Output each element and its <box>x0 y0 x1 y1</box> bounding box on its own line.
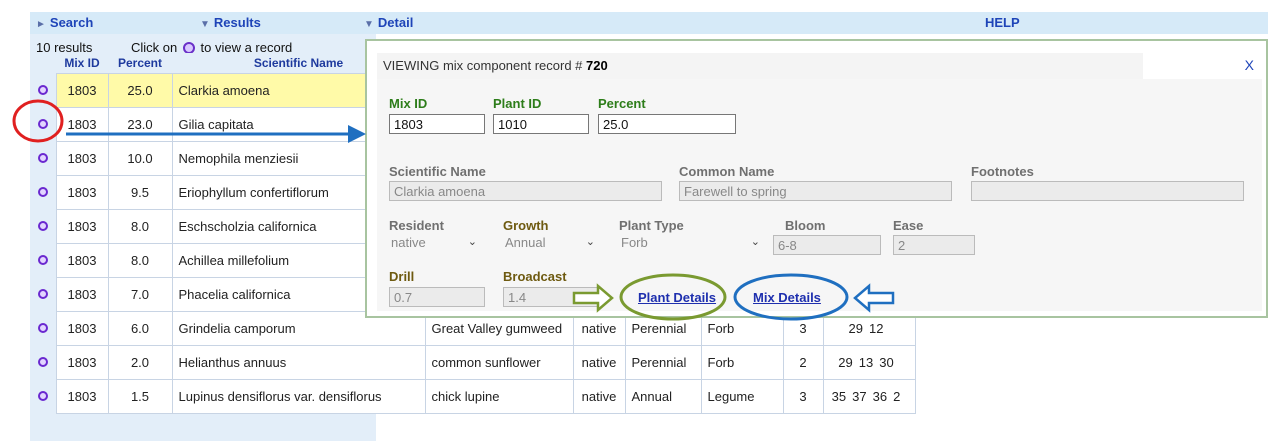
red-highlight-circle <box>12 99 64 143</box>
blue-highlight-ellipse <box>733 273 849 321</box>
blue-arrow-icon <box>853 283 895 313</box>
green-arrow-icon <box>572 283 614 313</box>
annotation-overlay <box>12 99 895 321</box>
green-highlight-ellipse <box>619 273 727 321</box>
blue-connector-arrow <box>66 125 366 143</box>
